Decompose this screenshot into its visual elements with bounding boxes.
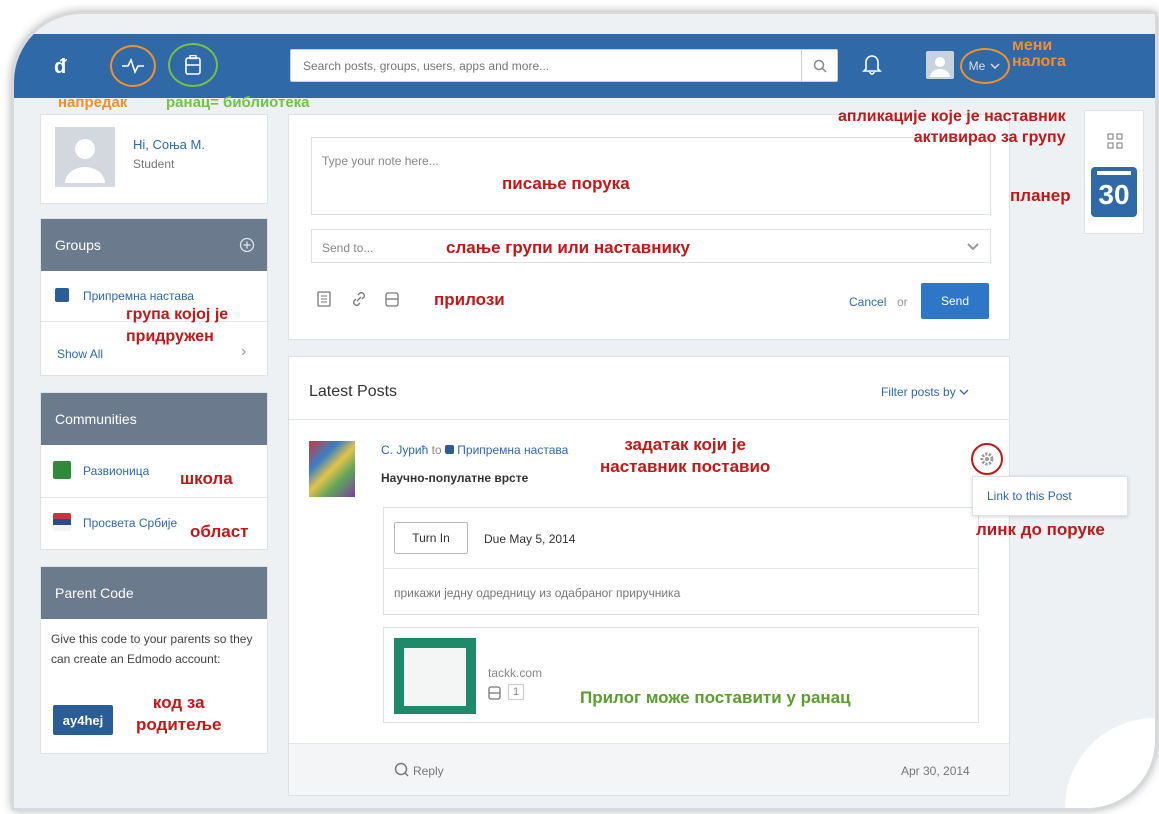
- annotation-attachment-backpack: Прилог може поставити у ранац: [580, 688, 851, 707]
- profile-role: Student: [133, 157, 175, 171]
- avatar[interactable]: [926, 51, 954, 79]
- search-button[interactable]: [801, 50, 837, 81]
- profile-card: Hi, Соња М. Student: [40, 114, 268, 204]
- show-all-link[interactable]: Show All: [57, 347, 103, 361]
- home-logo-icon[interactable]: ᵭ: [54, 56, 66, 79]
- annotation-school: школа: [180, 469, 233, 488]
- annotation-account-menu: мени налога: [1012, 37, 1066, 70]
- search-icon: [813, 59, 827, 73]
- post-context-menu: Link to this Post: [972, 476, 1128, 516]
- post-author[interactable]: С. Јурић: [381, 443, 428, 457]
- backpack-icon[interactable]: [385, 291, 399, 307]
- assignment-description: прикажи једну одредницу из одабраног при…: [394, 586, 681, 600]
- app-frame: ᵭ Search posts, groups, users, apps and …: [12, 12, 1157, 810]
- profile-name[interactable]: Hi, Соња М.: [133, 137, 205, 152]
- post-title: Научно-популатне врсте: [381, 471, 529, 485]
- me-label: Me: [968, 59, 986, 73]
- annotation-task: задатак који је наставник поставио: [600, 435, 771, 476]
- send-to-placeholder: Send to...: [322, 241, 374, 255]
- gear-icon: [980, 452, 994, 466]
- groups-card: Groups Припремна настава Show All ›: [40, 218, 268, 376]
- community-name[interactable]: Просвета Србије: [83, 516, 177, 530]
- chevron-down-icon: [959, 389, 969, 395]
- annotation-progress: напредак: [58, 94, 128, 111]
- annotation-send-to: слање групи или наставнику: [446, 238, 690, 257]
- parent-code-text: Give this code to your parents so they c…: [51, 632, 253, 666]
- community-name[interactable]: Развионица: [83, 464, 149, 478]
- note-attachment-icon[interactable]: [317, 291, 331, 307]
- group-color-icon: [55, 288, 69, 302]
- groups-header: Groups: [41, 219, 267, 271]
- posts-title: Latest Posts: [309, 383, 398, 400]
- apps-grid-icon[interactable]: [1107, 133, 1123, 149]
- reply-icon[interactable]: [393, 762, 409, 778]
- annotation-planner: планер: [1010, 186, 1071, 205]
- progress-button[interactable]: [110, 45, 156, 87]
- annotation-joined-group: група којој је придружен: [126, 306, 229, 345]
- annotation-link-to-post: линк до поруке: [976, 520, 1105, 539]
- post-group[interactable]: Припремна настава: [457, 443, 568, 457]
- filter-label: Filter posts by: [881, 385, 956, 399]
- author-avatar[interactable]: [309, 441, 355, 497]
- or-text: or: [897, 295, 908, 309]
- send-button[interactable]: Send: [921, 283, 989, 319]
- link-icon[interactable]: [351, 291, 367, 307]
- reply-link[interactable]: Reply: [413, 764, 444, 778]
- annotation-backpack: ранац= библиотека: [166, 94, 310, 111]
- communities-header: Communities: [41, 393, 267, 445]
- attachment-box[interactable]: tackk.com 1: [383, 627, 979, 723]
- cancel-link[interactable]: Cancel: [849, 295, 886, 309]
- turn-in-button[interactable]: Turn In: [394, 522, 468, 554]
- parent-code-value: ay4hej: [53, 705, 113, 735]
- apps-panel: 30: [1084, 110, 1144, 234]
- post-header: С. Јурић to Припремна настава: [381, 443, 568, 457]
- community-item[interactable]: Развионица: [41, 445, 267, 497]
- calendar-icon: 30: [1098, 179, 1130, 210]
- groups-title: Groups: [55, 237, 101, 253]
- progress-icon: [122, 58, 144, 74]
- note-placeholder: Type your note here...: [322, 154, 439, 168]
- to-text: to: [431, 443, 442, 457]
- annotation-area: област: [190, 522, 249, 541]
- link-to-post-menu-item[interactable]: Link to this Post: [987, 489, 1072, 503]
- parent-code-header: Parent Code: [41, 567, 267, 619]
- bell-icon[interactable]: [862, 53, 882, 75]
- backpack-count: 1: [508, 684, 525, 700]
- post-date: Apr 30, 2014: [901, 764, 970, 778]
- attachment-thumbnail[interactable]: [394, 638, 476, 714]
- backpack-button[interactable]: [168, 43, 218, 87]
- communities-title: Communities: [55, 411, 137, 427]
- assignment-box: Turn In Due May 5, 2014 прикажи једну од…: [383, 507, 979, 615]
- add-group-icon[interactable]: [239, 237, 255, 253]
- note-textarea[interactable]: Type your note here...: [311, 137, 991, 215]
- account-menu-button[interactable]: Me: [960, 48, 1010, 84]
- chevron-down-icon: [990, 63, 1000, 70]
- backpack-icon[interactable]: [488, 686, 501, 700]
- community-logo-icon: [53, 513, 71, 531]
- post-settings-button[interactable]: [971, 443, 1003, 475]
- avatar: [55, 127, 115, 187]
- filter-posts-dropdown[interactable]: Filter posts by: [881, 385, 969, 399]
- parent-code-title: Parent Code: [55, 585, 134, 601]
- post-footer: Reply Apr 30, 2014: [289, 743, 1009, 795]
- group-name[interactable]: Припремна настава: [83, 289, 194, 303]
- group-color-icon: [444, 445, 454, 454]
- backpack-icon: [185, 55, 201, 75]
- annotation-parent-code: код за родитеље: [136, 693, 222, 734]
- chevron-down-icon[interactable]: [966, 242, 980, 252]
- top-bar: ᵭ Search posts, groups, users, apps and …: [14, 34, 1155, 98]
- attachment-domain[interactable]: tackk.com: [488, 666, 542, 680]
- planner-button[interactable]: 30: [1091, 167, 1137, 217]
- due-date: Due May 5, 2014: [484, 532, 576, 546]
- annotation-apps: апликације које је наставник активирао з…: [838, 108, 1066, 146]
- chevron-right-icon: ›: [241, 343, 247, 360]
- annotation-writing: писање порука: [502, 174, 630, 193]
- community-logo-icon: [53, 461, 71, 479]
- search-input[interactable]: Search posts, groups, users, apps and mo…: [303, 59, 549, 73]
- posts-card: Latest Posts Filter posts by С. Јурић to…: [288, 356, 1010, 796]
- search-bar[interactable]: Search posts, groups, users, apps and mo…: [290, 49, 838, 82]
- annotation-attachments: прилози: [434, 290, 505, 309]
